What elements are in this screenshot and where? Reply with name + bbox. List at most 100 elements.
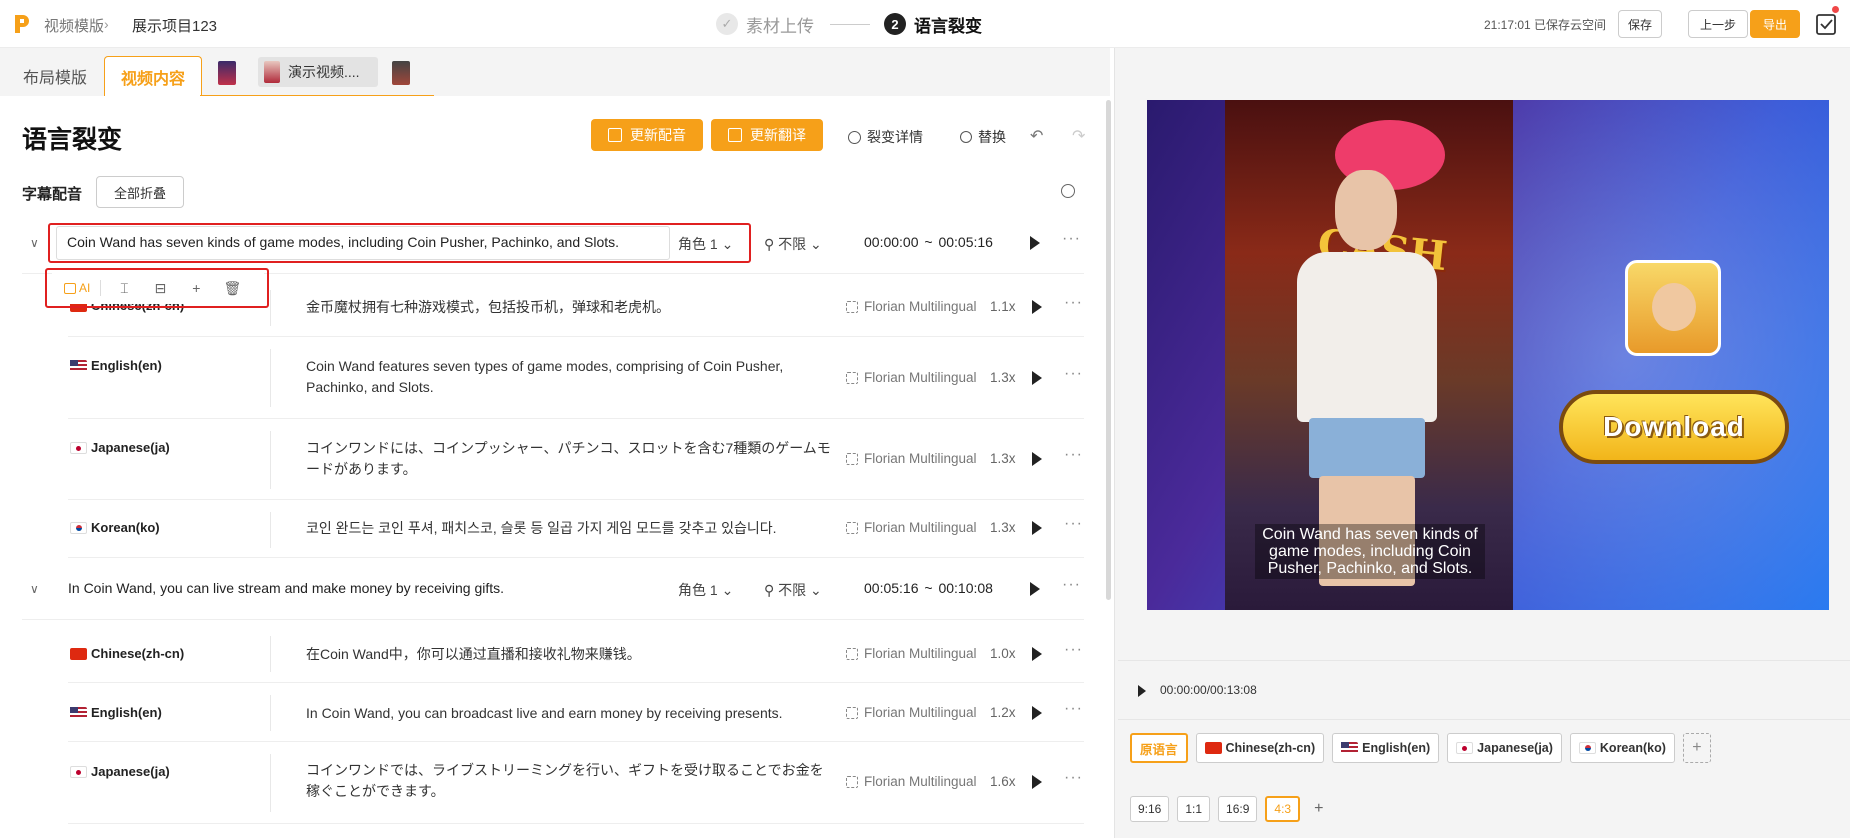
translated-text[interactable]: 코인 완드는 코인 푸셔, 패치스코, 슬롯 등 일곱 가지 게임 모드를 갖추…: [306, 518, 836, 539]
speed-limit-select[interactable]: ⚲ 不限 ⌄: [764, 234, 822, 254]
language-name: English(en): [91, 358, 162, 373]
step-language[interactable]: 2 语言裂变: [884, 12, 982, 36]
app-logo-icon[interactable]: [12, 13, 32, 35]
ai-rewrite-button[interactable]: AI: [64, 281, 90, 295]
add-ratio-button[interactable]: +: [1314, 800, 1323, 818]
chevron-down-icon[interactable]: ∨: [30, 236, 39, 250]
add-icon[interactable]: +: [183, 280, 209, 296]
save-button[interactable]: 保存: [1618, 10, 1662, 38]
step-upload[interactable]: ✓ 素材上传: [716, 12, 814, 36]
lang-chip-en[interactable]: English(en): [1332, 733, 1440, 763]
delete-icon[interactable]: 🗑: [219, 280, 245, 297]
more-icon[interactable]: ···: [1064, 769, 1083, 787]
variant-detail-label: 裂变详情: [867, 129, 923, 145]
play-icon[interactable]: [1032, 647, 1042, 661]
update-dubbing-button[interactable]: 更新配音: [591, 119, 703, 151]
play-icon[interactable]: [1030, 236, 1040, 250]
export-button[interactable]: 导出: [1750, 10, 1800, 38]
tab-video-content[interactable]: 视频内容: [104, 56, 202, 96]
variant-detail-link[interactable]: 裂变详情: [848, 127, 923, 147]
breadcrumb-root[interactable]: 视频模版: [44, 15, 104, 36]
play-icon[interactable]: [1032, 521, 1042, 535]
task-list-icon[interactable]: [1815, 12, 1837, 36]
play-icon[interactable]: [1138, 685, 1146, 697]
ratio-1-1-button[interactable]: 1:1: [1177, 796, 1211, 822]
play-icon[interactable]: [1032, 452, 1042, 466]
speed-value[interactable]: 1.3x: [990, 451, 1016, 466]
speed-value[interactable]: 1.3x: [990, 520, 1016, 535]
more-icon[interactable]: ···: [1064, 446, 1083, 464]
segment-time-range[interactable]: 00:05:16 ~ 00:10:08: [864, 580, 993, 596]
voice-icon: [846, 706, 858, 719]
tab-layout-template[interactable]: 布局模版: [10, 56, 100, 96]
voice-select[interactable]: Florian Multilingual: [846, 705, 977, 720]
voice-select[interactable]: Florian Multilingual: [846, 774, 977, 789]
translated-text[interactable]: In Coin Wand, you can broadcast live and…: [306, 703, 836, 724]
translated-text[interactable]: 金币魔杖拥有七种游戏模式，包括投币机，弹球和老虎机。: [306, 297, 836, 318]
voice-icon: [846, 452, 858, 465]
voice-select[interactable]: Florian Multilingual: [846, 370, 977, 385]
more-icon[interactable]: ···: [1062, 576, 1081, 594]
source-text[interactable]: In Coin Wand, you can live stream and ma…: [68, 580, 504, 596]
speed-value[interactable]: 1.0x: [990, 646, 1016, 661]
previous-step-button[interactable]: 上一步: [1688, 10, 1748, 38]
speed-value[interactable]: 1.3x: [990, 370, 1016, 385]
play-icon[interactable]: [1032, 300, 1042, 314]
more-icon[interactable]: ···: [1064, 700, 1083, 718]
play-icon[interactable]: [1032, 775, 1042, 789]
replace-link[interactable]: 替换: [960, 127, 1006, 147]
translation-row: Japanese(ja) コインワンドでは、ライブストリーミングを行い、ギフトを…: [68, 742, 1084, 824]
more-icon[interactable]: ···: [1064, 294, 1083, 312]
play-icon[interactable]: [1032, 371, 1042, 385]
merge-icon[interactable]: ⊟: [147, 280, 173, 297]
undo-icon[interactable]: ↶: [1030, 126, 1043, 146]
more-icon[interactable]: ···: [1064, 641, 1083, 659]
voice-select[interactable]: Florian Multilingual: [846, 646, 977, 661]
voice-select[interactable]: Florian Multilingual: [846, 299, 977, 314]
video-thumbnail-1[interactable]: [218, 61, 236, 85]
ratio-9-16-button[interactable]: 9:16: [1130, 796, 1170, 822]
translated-text[interactable]: コインワンドには、コインプッシャー、パチンコ、スロットを含む7種類のゲームモード…: [306, 438, 836, 480]
speed-value[interactable]: 1.1x: [990, 299, 1016, 314]
ratio-16-9-button[interactable]: 16:9: [1218, 796, 1258, 822]
chevron-down-icon[interactable]: ∨: [30, 582, 39, 596]
more-icon[interactable]: ···: [1062, 230, 1081, 248]
role-select[interactable]: 角色 1 ⌄: [678, 580, 733, 600]
playback-bar: 00:00:00/00:13:08: [1118, 660, 1850, 720]
redo-icon[interactable]: ↷: [1072, 126, 1085, 146]
speed-value[interactable]: 1.2x: [990, 705, 1016, 720]
translated-text[interactable]: 在Coin Wand中，你可以通过直播和接收礼物来赚钱。: [306, 644, 836, 665]
translated-text[interactable]: コインワンドでは、ライブストリーミングを行い、ギフトを受け取ることでお金を稼ぐこ…: [306, 760, 836, 802]
lang-chip-ja[interactable]: Japanese(ja): [1447, 733, 1562, 763]
voice-select[interactable]: Florian Multilingual: [846, 451, 977, 466]
video-thumbnail-3[interactable]: [392, 61, 410, 85]
lang-chip-original[interactable]: 原语言: [1130, 733, 1188, 763]
palette-icon[interactable]: [1061, 184, 1075, 198]
video-preview[interactable]: CASH GY Download Coin Wand has seven kin…: [1147, 100, 1829, 610]
play-icon[interactable]: [1032, 706, 1042, 720]
more-icon[interactable]: ···: [1064, 515, 1083, 533]
time-separator: ~: [924, 234, 933, 250]
translation-row: English(en) In Coin Wand, you can broadc…: [68, 683, 1084, 742]
more-icon[interactable]: ···: [1064, 365, 1083, 383]
collapse-all-button[interactable]: 全部折叠: [96, 176, 184, 208]
speed-limit-select[interactable]: ⚲ 不限 ⌄: [764, 580, 822, 600]
scrollbar[interactable]: [1106, 100, 1111, 600]
video-thumbnail-group[interactable]: 演示视频....: [258, 57, 378, 87]
dubbing-icon: [608, 128, 622, 142]
subtitle-caption: Coin Wand has seven kinds of game modes,…: [1255, 524, 1485, 579]
update-translation-button[interactable]: 更新翻译: [711, 119, 823, 151]
add-language-button[interactable]: +: [1682, 733, 1711, 763]
speed-value[interactable]: 1.6x: [990, 774, 1016, 789]
play-icon[interactable]: [1030, 582, 1040, 596]
search-icon: [960, 131, 972, 143]
divider: [270, 754, 271, 812]
voice-select[interactable]: Florian Multilingual: [846, 520, 977, 535]
lang-chip-zh[interactable]: Chinese(zh-cn): [1195, 733, 1325, 763]
translated-text[interactable]: Coin Wand features seven types of game m…: [306, 356, 836, 398]
voice-name: Florian Multilingual: [864, 520, 977, 535]
split-icon[interactable]: ⌶: [111, 280, 137, 297]
segment-time-range[interactable]: 00:00:00 ~ 00:05:16: [864, 234, 993, 250]
ratio-4-3-button[interactable]: 4:3: [1265, 796, 1301, 822]
lang-chip-ko[interactable]: Korean(ko): [1569, 733, 1675, 763]
